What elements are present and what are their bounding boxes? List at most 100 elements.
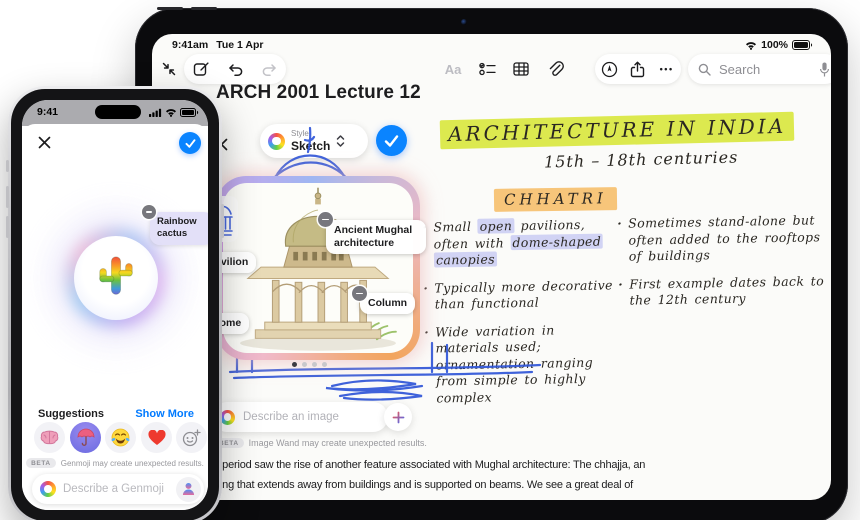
add-description-button[interactable]	[384, 403, 412, 431]
tag-ancient-mughal[interactable]: Ancient Mughal architecture	[326, 220, 426, 255]
more-button[interactable]: •••	[654, 56, 680, 82]
tools-pill: •••	[595, 54, 681, 84]
typed-line-2: ning that extends away from buildings an…	[214, 479, 633, 491]
mic-icon[interactable]	[819, 62, 830, 77]
handwritten-subtitle: 15th – 18th centuries	[543, 147, 739, 172]
close-icon	[38, 136, 50, 148]
markup-button[interactable]	[596, 56, 622, 82]
pager-dot[interactable]	[302, 362, 307, 367]
iphone-screen: 9:41 Rainbow cactus Suggestions Show Mor…	[22, 100, 208, 510]
person-picker-button[interactable]	[176, 476, 201, 502]
brain-icon	[40, 430, 59, 445]
minus-icon	[356, 292, 363, 295]
genmoji-close-button[interactable]	[34, 132, 54, 152]
ipad-device: 9:41am Tue 1 Apr 100% Aa ••• Search ARCH…	[135, 7, 848, 520]
note-title: ARCH 2001 Lecture 12	[216, 82, 421, 103]
pager-dot[interactable]	[312, 362, 317, 367]
confirm-check-icon	[185, 138, 195, 148]
show-more-link[interactable]: Show More	[135, 408, 194, 420]
attachment-button[interactable]	[542, 56, 568, 82]
suggestion-umbrella-emoji-selected[interactable]	[70, 422, 101, 453]
action-button	[6, 160, 9, 172]
describe-image-input[interactable]	[241, 410, 380, 424]
dynamic-island	[95, 105, 141, 119]
wifi-icon	[166, 109, 176, 117]
wifi-icon	[746, 41, 757, 50]
result-pager[interactable]	[292, 362, 327, 367]
suggestions-row	[22, 422, 208, 454]
rainbow-cactus-emoji	[99, 256, 133, 295]
signal-icon	[149, 108, 162, 117]
status-time: 9:41am	[172, 39, 209, 51]
beta-text: Genmoji may create unexpected results.	[60, 458, 204, 468]
describe-genmoji-input[interactable]	[61, 482, 171, 496]
volume-up-button	[6, 186, 9, 208]
iphone-status-icons	[149, 108, 199, 117]
share-icon	[631, 61, 645, 77]
search-icon	[698, 63, 711, 76]
new-genmoji-icon	[182, 428, 201, 446]
redo-button[interactable]	[256, 56, 282, 82]
power-button	[221, 204, 224, 238]
undo-icon	[228, 63, 242, 76]
undo-button[interactable]	[222, 56, 248, 82]
beta-text: Image Wand may create unexpected results…	[248, 438, 427, 448]
table-icon	[513, 62, 529, 76]
wand-beta-note: BETA Image Wand may create unexpected re…	[214, 438, 427, 448]
handwritten-right-column: Sometimes stand-alone but often added to…	[617, 212, 831, 320]
more-icon: •••	[659, 64, 674, 74]
typed-paragraph: s period saw the rise of another feature…	[214, 455, 645, 495]
remove-genmoji-tag-button[interactable]	[142, 205, 156, 219]
suggestion-brain-emoji[interactable]	[34, 422, 65, 453]
edit-toolbar-pill	[184, 54, 286, 84]
ipad-volume-button	[157, 7, 183, 10]
battery-icon	[180, 108, 199, 117]
person-icon	[182, 482, 195, 496]
bullet-stand-alone: Sometimes stand-alone but often added to…	[617, 212, 830, 265]
genmoji-beta-note: BETA Genmoji may create unexpected resul…	[22, 458, 208, 468]
battery-percent: 100%	[761, 39, 788, 51]
genmoji-confirm-button[interactable]	[179, 132, 201, 154]
wand-describe-field[interactable]	[212, 402, 388, 432]
text-style-button[interactable]: Aa	[440, 56, 466, 82]
pager-dot[interactable]	[322, 362, 327, 367]
iphone-device: 9:41 Rainbow cactus Suggestions Show Mor…	[6, 86, 224, 520]
collapse-toolbar-button[interactable]	[156, 56, 182, 82]
compose-button[interactable]	[188, 56, 214, 82]
typed-line-1: s period saw the rise of another feature…	[214, 459, 646, 471]
ipad-screen: 9:41am Tue 1 Apr 100% Aa ••• Search ARCH…	[152, 34, 831, 500]
minus-icon	[146, 211, 152, 213]
bullet-first-example: First example dates back to the 12th cen…	[618, 273, 831, 310]
volume-down-button	[6, 216, 9, 238]
compose-icon	[193, 61, 209, 76]
marketing-canvas: 9:41am Tue 1 Apr 100% Aa ••• Search ARCH…	[0, 0, 860, 520]
search-field[interactable]	[688, 54, 831, 84]
genmoji-describe-field[interactable]	[32, 474, 204, 504]
checklist-icon	[478, 62, 496, 76]
iphone-status-time: 9:41	[37, 106, 59, 118]
checklist-button[interactable]	[474, 56, 500, 82]
format-toolbar: Aa	[440, 54, 568, 84]
suggestion-laughing-emoji[interactable]	[105, 422, 136, 453]
new-genmoji-button[interactable]	[176, 422, 207, 453]
ipad-status-bar: 9:41am Tue 1 Apr	[172, 39, 271, 51]
share-button[interactable]	[625, 56, 651, 82]
suggestions-title: Suggestions	[38, 408, 105, 420]
status-date: Tue 1 Apr	[216, 39, 264, 51]
redo-icon	[262, 63, 276, 76]
pager-dot-active[interactable]	[292, 362, 297, 367]
genmoji-description-tag[interactable]: Rainbow cactus	[150, 212, 208, 245]
search-input[interactable]	[717, 60, 813, 78]
attachment-icon	[549, 60, 564, 76]
table-button[interactable]	[508, 56, 534, 82]
markup-icon	[601, 61, 617, 77]
genmoji-rainbow-icon	[40, 481, 56, 497]
heart-icon	[147, 429, 166, 445]
suggestion-heart-emoji[interactable]	[141, 422, 172, 453]
remove-tag-column-button[interactable]	[352, 286, 367, 301]
umbrella-icon	[77, 428, 94, 446]
remove-tag-ancient-button[interactable]	[318, 212, 333, 227]
minus-icon	[322, 218, 329, 221]
iphone-bezel: 9:41 Rainbow cactus Suggestions Show Mor…	[11, 89, 219, 520]
tag-column[interactable]: Column	[360, 293, 416, 315]
